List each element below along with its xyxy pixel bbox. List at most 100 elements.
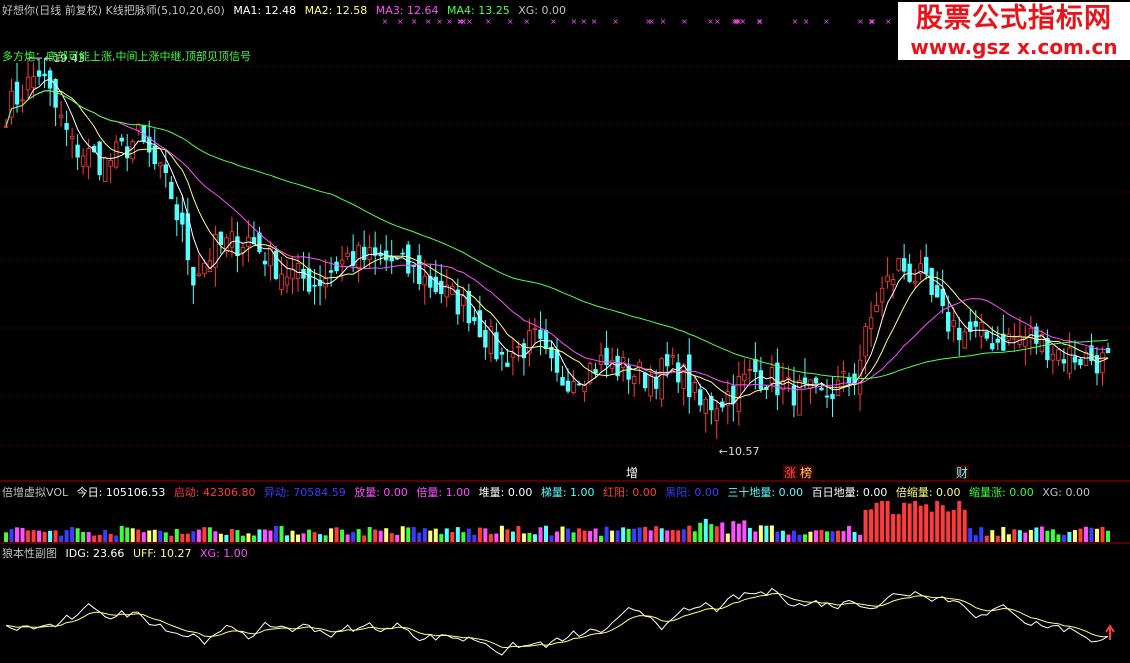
candle-body [36,70,42,77]
volume-bar [312,532,317,542]
top-signal-mark: × [612,17,619,26]
volume-bar [356,529,361,542]
candle-body [742,373,747,381]
volume-bar [37,530,42,542]
candle-body [962,331,967,349]
volume-bar [158,530,163,542]
candle-body [874,305,879,312]
event-label-0: 增 [626,466,638,480]
candle-body [659,358,664,400]
top-signal-mark: × [648,17,655,26]
volume-bar [75,528,80,542]
volume-bar [869,509,874,542]
candle-body [75,144,80,158]
chart-title: 好想你(日线 前复权) K线把脉师(5,10,20,60) [2,4,225,17]
volume-bar [824,531,829,542]
candle-body [598,354,604,365]
volume-bar [196,529,201,542]
volume-bar [246,533,251,542]
candle-body [345,252,350,257]
top-signal-mark: × [803,17,810,26]
volume-bar [422,528,427,542]
volume-bar [119,525,124,542]
volume-bar [874,502,879,542]
volume-bar [599,535,604,542]
ma4-value: MA4: 13.25 [447,4,510,17]
candle-body [339,259,345,265]
candle-body [1006,333,1012,341]
stock-chart[interactable]: ←19.43←10.57增涨榜财×× × ×××× ×× ×× ×××× × × ×× × ×× ××… [0,0,1130,663]
candle-body [1050,353,1056,361]
volume-bar [786,534,791,542]
candle-body [14,81,20,105]
volume-bar [935,501,940,542]
volume-bar [555,531,559,542]
volume-bar [808,531,813,542]
vol-beiliang: 倍量: 1.00 [416,486,471,499]
vol-duiliang: 堆量: 0.00 [478,486,533,499]
candle-body [163,164,168,173]
volume-bar [880,501,885,542]
candle-body [1001,333,1006,351]
candle-body [642,372,648,389]
volume-bar [455,527,460,542]
volume-bar [428,530,433,542]
candle-body [3,125,9,128]
idg-line [5,587,1109,656]
volume-bar [990,530,995,542]
volume-bar [1050,529,1055,542]
volume-bar [665,530,670,542]
volume-bar [819,530,824,542]
candle-body [665,354,670,367]
candle-body [896,258,901,271]
candle-body [769,367,775,384]
candle-body [102,157,108,182]
candle-body [439,280,444,295]
candle-body [64,123,69,130]
volume-bar [1039,526,1044,542]
volume-bar [736,523,741,542]
volume-bar [549,535,554,542]
volume-bars [4,501,1110,542]
volume-bar [984,535,989,542]
volume-bar [863,509,868,542]
candle-body [284,276,290,286]
volume-bar [610,530,615,542]
candle-body [687,354,692,398]
volume-bar [659,528,664,542]
candle-body [731,385,736,404]
top-signal-mark: × [571,17,578,26]
candle-body [461,295,466,306]
candle-body [912,280,918,284]
volume-bar [92,535,97,542]
volume-bar [1089,527,1094,542]
candle-body [775,362,780,396]
candle-body [516,346,521,349]
volume-bar [488,533,493,542]
candle-body [653,376,659,389]
volume-bar [384,528,389,542]
candle-body [389,255,394,262]
vol-hongyang: 红阳: 0.00 [603,486,657,499]
volume-bar [81,531,86,542]
volume-bar [747,527,752,542]
volume-bar [979,527,984,542]
top-signal-mark: × [681,17,688,26]
volume-bar [543,525,548,542]
volume-bar [70,527,75,542]
volume-bar [499,525,504,542]
volume-bar [340,529,345,542]
candle-body [885,275,890,282]
volume-bar [830,531,835,542]
top-signal-mark: × [485,17,492,26]
volume-bar [466,528,471,542]
candle-body [202,262,207,275]
volume-bar [604,526,609,542]
candle-body [499,351,505,355]
osc-header: 狼本性副图 IDG: 23.66 UFF: 10.27 XG: 1.00 [2,545,253,561]
volume-bar [48,530,53,542]
volume-bar [461,532,466,542]
candle-body [1072,356,1078,363]
volume-bar [802,534,807,542]
candle-body [295,263,301,279]
